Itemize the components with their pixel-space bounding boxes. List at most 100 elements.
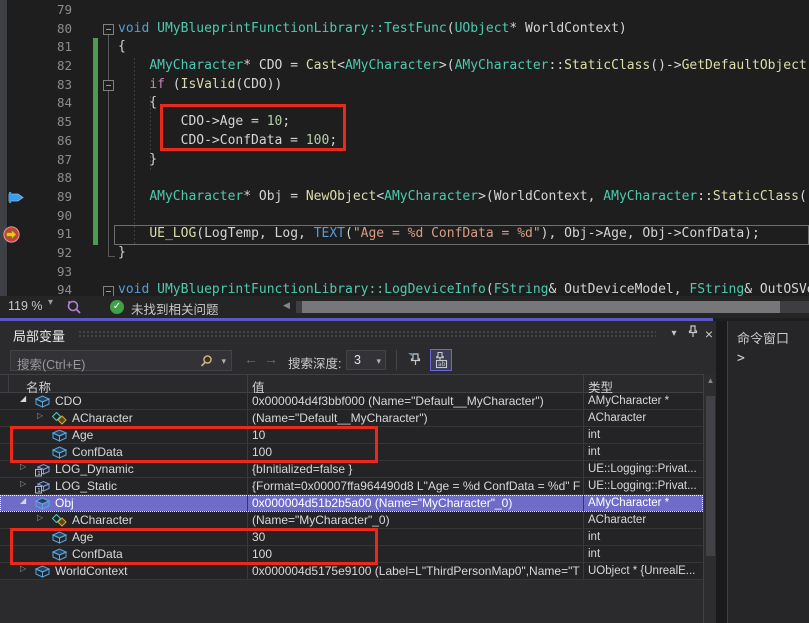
line-number: 82: [28, 57, 72, 76]
tree-row-ACharacter[interactable]: ▷ ACharacter (Name="Default__MyCharacter"…: [0, 410, 703, 427]
svg-text:ab: ab: [438, 361, 446, 368]
variable-value: 0x000004d4f3bbf000 (Name="Default__MyCha…: [252, 394, 580, 408]
search-icon[interactable]: [200, 354, 213, 368]
locals-column-header[interactable]: 名称 值 类型: [0, 374, 716, 393]
code-text: }: [118, 244, 126, 263]
code-line-85[interactable]: 85 CDO->Age = 10;: [0, 113, 809, 132]
pin-icon[interactable]: [685, 324, 701, 340]
svg-text:1: 1: [37, 488, 41, 494]
expand-arrow-icon[interactable]: ▷: [20, 564, 26, 573]
code-line-93[interactable]: 93: [0, 263, 809, 282]
search-next-icon[interactable]: →: [264, 351, 278, 367]
drag-handle-dots[interactable]: [78, 330, 656, 338]
code-text: void UMyBlueprintFunctionLibrary::TestFu…: [118, 20, 627, 39]
search-input[interactable]: 搜索(Ctrl+E) ▾: [10, 350, 232, 371]
collapse-arrow-icon[interactable]: ◢: [20, 496, 26, 505]
search-placeholder: 搜索(Ctrl+E): [17, 354, 85, 373]
column-divider: [247, 478, 248, 495]
no-issues-check-icon: ✓: [110, 300, 124, 314]
variable-type: int: [588, 446, 701, 458]
code-line-86[interactable]: 86 CDO->ConfData = 100;: [0, 132, 809, 151]
command-window-panel[interactable]: 命令窗口 >: [727, 321, 809, 623]
code-editor[interactable]: 7980void UMyBlueprintFunctionLibrary::Te…: [0, 0, 809, 296]
column-divider: [583, 495, 584, 512]
variable-value: (Name="Default__MyCharacter"): [252, 411, 580, 425]
annotation-box-cdo-values: [10, 426, 378, 463]
tree-row-CDO[interactable]: ◢ CDO 0x000004d4f3bbf000 (Name="Default__…: [0, 393, 703, 410]
pin-values-inline-button-active[interactable]: ab: [430, 349, 452, 371]
variable-name: CDO: [55, 394, 82, 408]
code-line-80[interactable]: 80void UMyBlueprintFunctionLibrary::Test…: [0, 20, 809, 39]
locals-panel: 局部变量 ▾ × 搜索(Ctrl+E) ▾ ← → 搜索深度: 3: [0, 321, 716, 623]
horizontal-scrollbar[interactable]: [296, 301, 809, 313]
line-number: 79: [28, 1, 72, 20]
column-divider: [583, 512, 584, 529]
variable-type: ACharacter: [588, 412, 701, 424]
variable-type: UE::Logging::Privat...: [588, 463, 701, 475]
tree-row-WorldContext[interactable]: ▷ WorldContext 0x000004d5175e9100 (Label=…: [0, 563, 703, 580]
zoom-level-combo[interactable]: 119 %: [4, 298, 62, 316]
code-line-81[interactable]: 81{: [0, 38, 809, 57]
flag-pin-button[interactable]: [404, 349, 426, 371]
tree-row-Obj[interactable]: ◢ Obj0x000004d51b2b5a00 (Name="MyCharact…: [0, 495, 703, 512]
code-line-88[interactable]: 88: [0, 169, 809, 188]
code-line-89[interactable]: 89 AMyCharacter* Obj = NewObject<AMyChar…: [0, 188, 809, 207]
code-line-82[interactable]: 82 AMyCharacter* CDO = Cast<AMyCharacter…: [0, 57, 809, 76]
column-divider: [8, 375, 9, 394]
scroll-left-arrow-icon[interactable]: ◀: [283, 300, 290, 311]
variable-type: int: [588, 429, 701, 441]
fold-collapse-icon[interactable]: [103, 286, 114, 296]
column-divider: [583, 546, 584, 563]
close-icon[interactable]: ×: [701, 326, 717, 342]
code-health-icon[interactable]: [66, 299, 82, 315]
window-menu-icon[interactable]: ▾: [666, 328, 682, 339]
code-line-94[interactable]: 94 void UMyBlueprintFunctionLibrary::LogD…: [0, 281, 809, 296]
code-line-83[interactable]: 83 if (IsValid(CDO)): [0, 76, 809, 95]
health-message: 未找到相关问题: [131, 299, 219, 318]
locals-panel-title: 局部变量: [13, 326, 65, 345]
variable-name: WorldContext: [55, 564, 127, 578]
tree-row-ACharacter[interactable]: ▷ ACharacter(Name="MyCharacter"_0)AChara…: [0, 512, 703, 529]
tree-row-LOG_Static[interactable]: ▷ 1LOG_Static{Format=0x00007ffa964490d8 …: [0, 478, 703, 495]
column-divider: [583, 410, 584, 427]
command-prompt[interactable]: >: [737, 351, 745, 366]
code-line-87[interactable]: 87 }: [0, 151, 809, 170]
annotation-box-obj-values: [10, 528, 378, 565]
code-text: {: [118, 94, 157, 113]
code-text: AMyCharacter* Obj = NewObject<AMyCharact…: [118, 188, 809, 207]
locals-title-bar[interactable]: 局部变量 ▾ ×: [0, 321, 716, 347]
variable-name: LOG_Static: [55, 479, 117, 493]
code-text: if (IsValid(CDO)): [118, 76, 282, 95]
variable-type: AMyCharacter *: [588, 395, 701, 407]
search-prev-icon[interactable]: ←: [244, 351, 258, 367]
code-line-79[interactable]: 79: [0, 1, 809, 20]
column-divider[interactable]: [583, 375, 584, 394]
column-divider: [583, 427, 584, 444]
editor-status-bar: 119 % ▾ ✓ 未找到相关问题 ◀: [0, 296, 809, 318]
horizontal-scrollbar-thumb[interactable]: [302, 301, 780, 313]
cube-variable-icon: [35, 497, 50, 513]
column-divider[interactable]: [247, 375, 248, 394]
chevron-down-icon: ▾: [48, 297, 53, 308]
vertical-scrollbar-thumb[interactable]: [706, 396, 715, 556]
vertical-scrollbar[interactable]: ▲: [703, 374, 716, 623]
fold-collapse-icon[interactable]: [103, 24, 114, 35]
collapse-arrow-icon[interactable]: ◢: [20, 394, 26, 403]
command-window-title: 命令窗口: [737, 328, 789, 347]
code-text: void UMyBlueprintFunctionLibrary::LogDev…: [118, 281, 809, 296]
expand-arrow-icon[interactable]: ▷: [37, 513, 43, 522]
code-line-84[interactable]: 84 {: [0, 94, 809, 113]
code-line-90[interactable]: 90: [0, 207, 809, 226]
tree-row-LOG_Dynamic[interactable]: ▷ 1LOG_Dynamic{bInitialized=false }UE::L…: [0, 461, 703, 478]
line-number: 94: [28, 281, 72, 296]
expand-arrow-icon[interactable]: ▷: [20, 462, 26, 471]
variable-value: 0x000004d5175e9100 (Label=L"ThirdPersonM…: [252, 564, 580, 578]
code-line-92[interactable]: 92}: [0, 244, 809, 263]
panel-splitter[interactable]: [716, 321, 727, 623]
expand-arrow-icon[interactable]: ▷: [20, 479, 26, 488]
search-depth-combo[interactable]: 3 ▾: [346, 350, 386, 370]
chevron-down-icon[interactable]: ▾: [221, 356, 226, 367]
chevron-down-icon: ▾: [376, 356, 381, 367]
expand-arrow-icon[interactable]: ▷: [37, 411, 43, 420]
fold-collapse-icon[interactable]: [103, 80, 114, 91]
